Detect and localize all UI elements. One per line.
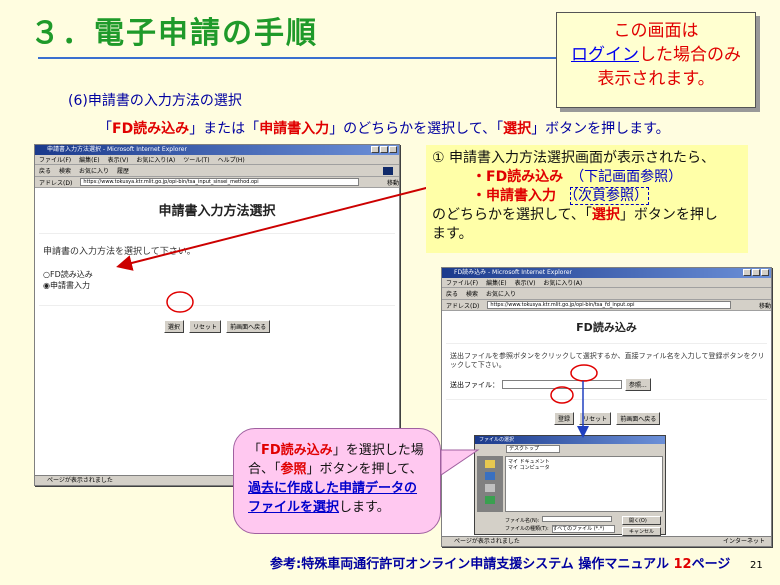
dialog-titlebar[interactable]: ファイルの選択 <box>475 436 665 444</box>
menu-view[interactable]: 表示(V) <box>108 155 129 164</box>
menu-favorites[interactable]: お気に入り(A) <box>136 155 175 164</box>
select-button[interactable]: 選択 <box>163 320 184 333</box>
reset-button[interactable]: リセット <box>579 412 612 425</box>
menu-help[interactable]: ヘルプ(H) <box>218 155 245 164</box>
prompt-text: 送出ファイルを参照ボタンをクリックして選択するか、直接ファイル名を入力して登録ボ… <box>450 352 765 369</box>
file-open-dialog: ファイルの選択 デスクトップ マイ ドキュメント マイ コンピュータ ファイル名… <box>474 435 666 536</box>
fd-read-callout: 「FD読み込み」を選択した場合、「参照」ボタンを押して、過去に作成した申請データ… <box>233 428 441 534</box>
reset-button[interactable]: リセット <box>188 320 221 333</box>
prompt-text: 申請書の入力方法を選択して下さい。 <box>43 247 196 257</box>
slide-title: ３．電子申請の手順 <box>30 16 318 51</box>
file-path-input[interactable] <box>502 380 622 389</box>
manual-reference: 参考:特殊車両通行許可オンライン申請支援システム 操作マニュアル 12ページ <box>270 557 731 572</box>
window-titlebar[interactable]: FD読み込み - Microsoft Internet Explorer <box>442 268 771 278</box>
places-bar <box>477 456 503 512</box>
search-button[interactable]: 検索 <box>59 166 71 175</box>
computer-icon[interactable] <box>485 484 495 492</box>
title-divider <box>38 57 558 59</box>
menu-bar: ファイル(F) 編集(E) 表示(V) お気に入り(A) ツール(T) ヘルプ(… <box>35 155 399 165</box>
minimize-button[interactable] <box>743 269 751 276</box>
file-type-select[interactable]: すべてのファイル (*.*) <box>551 525 616 533</box>
file-name-input[interactable] <box>542 516 613 522</box>
note-line-3: 表示されます。 <box>597 69 715 89</box>
page-title: FD読み込み <box>576 321 637 334</box>
browse-button[interactable]: 参照... <box>625 378 651 391</box>
back-to-previous-button[interactable]: 前画面へ戻る <box>616 412 661 425</box>
browser-toolbar: 戻る 検索 お気に入り 履歴 <box>35 165 399 177</box>
folder-icon[interactable] <box>485 460 495 468</box>
open-button[interactable]: 開く(O) <box>621 516 661 525</box>
favorites-button[interactable]: お気に入り <box>79 166 109 175</box>
history-button[interactable]: 履歴 <box>117 166 129 175</box>
note-login-link: ログイン <box>571 45 639 65</box>
close-button[interactable] <box>761 269 769 276</box>
instruction-callout: ① 申請書入力方法選択画面が表示されたら、 ・FD読み込み （下記画面参照） ・… <box>426 145 748 253</box>
browser-window-fd-read: FD読み込み - Microsoft Internet Explorer ファイ… <box>441 267 772 547</box>
instruction-text: 「FD読み込み」または「申請書入力」のどちらかを選択して、「選択」ボタンを押しま… <box>98 121 670 137</box>
browser-toolbar: 戻る 検索 お気に入り <box>442 288 771 300</box>
menu-edit[interactable]: 編集(E) <box>79 155 99 164</box>
maximize-button[interactable] <box>752 269 760 276</box>
cancel-button[interactable]: キャンセル <box>621 527 661 536</box>
menu-file[interactable]: ファイル(F) <box>39 155 71 164</box>
window-titlebar[interactable]: 申請書入力方法選択 - Microsoft Internet Explorer <box>35 145 399 155</box>
desktop-icon[interactable] <box>485 472 495 480</box>
go-button[interactable]: 移動 <box>759 301 771 310</box>
address-bar: アドレス(D) https://www.tokusya.ktr.mlit.go.… <box>442 300 771 311</box>
page-content: FD読み込み 送出ファイルを参照ボタンをクリックして選択するか、直接ファイル名を… <box>442 311 771 425</box>
note-line-2: ログインした場合のみ <box>571 45 741 65</box>
back-button[interactable]: 戻る <box>39 166 51 175</box>
network-icon[interactable] <box>485 496 495 504</box>
page-title: 申請書入力方法選択 <box>158 204 276 219</box>
radio-fd[interactable]: ○FD読み込み <box>43 269 399 280</box>
login-note-box: この画面は ログインした場合のみ 表示されます。 <box>556 12 756 108</box>
address-input[interactable]: https://www.tokusya.ktr.mlit.go.jp/opi-b… <box>487 301 731 309</box>
maximize-button[interactable] <box>380 146 388 153</box>
file-label: 送出ファイル： <box>450 380 499 389</box>
back-to-previous-button[interactable]: 前画面へ戻る <box>226 320 271 333</box>
close-button[interactable] <box>389 146 397 153</box>
radio-form[interactable]: ◉申請書入力 <box>43 280 399 291</box>
file-list[interactable]: マイ ドキュメント マイ コンピュータ <box>505 456 663 512</box>
menu-tools[interactable]: ツール(T) <box>183 155 209 164</box>
status-bar: ページが表示されました インターネット <box>442 536 771 546</box>
register-button[interactable]: 登録 <box>554 412 575 425</box>
section-subhead: (6)申請書の入力方法の選択 <box>68 93 242 109</box>
minimize-button[interactable] <box>371 146 379 153</box>
list-item[interactable]: マイ コンピュータ <box>508 465 660 471</box>
address-input[interactable]: https://www.tokusya.ktr.mlit.go.jp/opi-b… <box>80 178 359 186</box>
ie-logo-icon <box>383 167 393 175</box>
address-bar: アドレス(D) https://www.tokusya.ktr.mlit.go.… <box>35 177 399 188</box>
menu-bar: ファイル(F) 編集(E) 表示(V) お気に入り(A) <box>442 278 771 288</box>
go-button[interactable]: 移動 <box>387 178 399 187</box>
page-number: 21 <box>750 560 763 571</box>
look-in-select[interactable]: デスクトップ <box>506 445 561 453</box>
note-line-1: この画面は <box>613 21 699 41</box>
